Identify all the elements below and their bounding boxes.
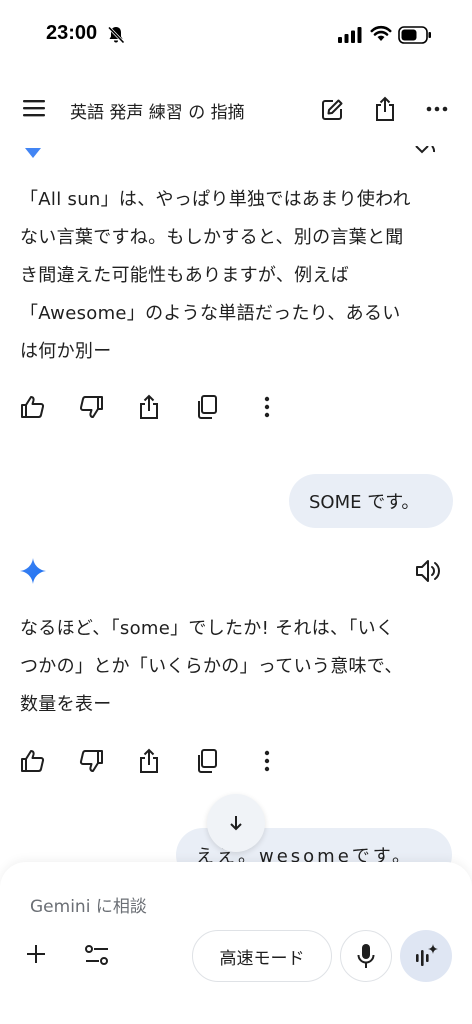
signal-icon xyxy=(338,27,362,43)
copy-icon[interactable] xyxy=(194,748,220,774)
thumbs-up-icon[interactable] xyxy=(20,748,46,774)
live-icon xyxy=(416,944,438,966)
mode-button-label: 高速モード xyxy=(219,948,305,969)
more-icon[interactable] xyxy=(426,106,448,112)
message-actions xyxy=(20,394,290,422)
share-icon[interactable] xyxy=(136,394,162,420)
more-icon[interactable] xyxy=(254,394,280,420)
share-icon[interactable] xyxy=(374,96,396,122)
plus-icon[interactable] xyxy=(24,942,48,966)
speaker-icon[interactable] xyxy=(414,146,440,156)
user-message: SOME です。 xyxy=(289,474,453,528)
thumbs-up-icon[interactable] xyxy=(20,394,46,420)
live-button[interactable] xyxy=(400,930,452,982)
tools-icon[interactable] xyxy=(84,944,110,966)
arrow-down-icon xyxy=(230,816,242,831)
mic-button[interactable] xyxy=(340,930,392,982)
app-header: 英語 発声 練習 の 指摘 xyxy=(0,86,472,134)
bot-message: 「All sun」は、やっぱり単独ではあまり使われ ない言葉ですね。もしかすると… xyxy=(20,181,450,371)
menu-icon[interactable] xyxy=(22,98,46,118)
share-icon[interactable] xyxy=(136,748,162,774)
gemini-star-icon xyxy=(25,148,41,158)
input-panel: Gemini に相談 高速モード xyxy=(0,862,472,1024)
chat-title[interactable]: 英語 発声 練習 の 指摘 xyxy=(70,98,245,123)
wifi-icon xyxy=(370,25,392,41)
prompt-input[interactable]: Gemini に相談 xyxy=(30,892,147,917)
bot-message-line: き間違えた可能性もありますが、例えば xyxy=(20,265,350,286)
bot-message-line: 数量を表ー xyxy=(20,694,112,715)
edit-icon[interactable] xyxy=(320,98,344,122)
bot-message-line: 「All sun」は、やっぱり単独ではあまり使われ xyxy=(20,189,411,210)
gemini-star-icon xyxy=(20,558,46,584)
more-icon[interactable] xyxy=(254,748,280,774)
copy-icon[interactable] xyxy=(194,394,220,420)
mic-icon xyxy=(357,944,375,968)
bell-off-icon xyxy=(107,26,125,44)
bot-message-line: は何か別ー xyxy=(20,341,112,362)
user-message-text: SOME です。 xyxy=(309,492,420,513)
message-actions xyxy=(20,748,290,776)
status-time: 23:00 xyxy=(46,22,98,44)
thumbs-down-icon[interactable] xyxy=(78,748,104,774)
bot-message-line: ない言葉ですね。もしかすると、別の言葉と聞 xyxy=(20,227,404,248)
status-bar: 23:00 xyxy=(0,0,472,70)
bot-message-line: 「Awesome」のような単語だったり、あるい xyxy=(20,303,401,324)
speaker-icon[interactable] xyxy=(414,558,442,584)
scroll-to-bottom-button[interactable] xyxy=(207,794,265,852)
thumbs-down-icon[interactable] xyxy=(78,394,104,420)
bot-message-line: なるほど、「some」でしたか! それは、「いく xyxy=(20,618,395,639)
bot-message: なるほど、「some」でしたか! それは、「いく つかの」とか「いくらかの」って… xyxy=(20,610,450,724)
bot-message-line: つかの」とか「いくらかの」っていう意味で、 xyxy=(20,656,403,677)
mode-button[interactable]: 高速モード xyxy=(192,930,332,982)
battery-icon xyxy=(398,26,431,44)
